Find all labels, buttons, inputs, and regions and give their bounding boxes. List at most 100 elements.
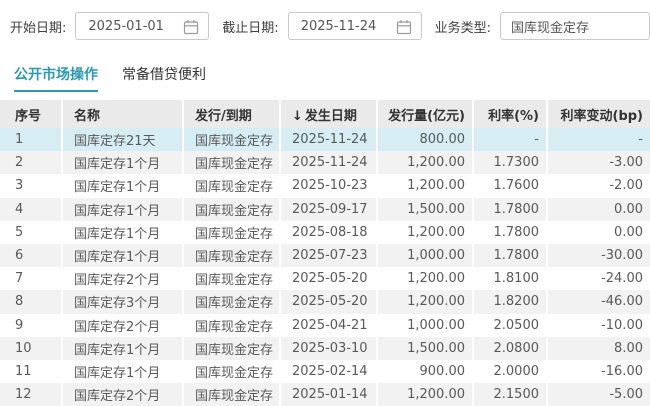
table-cell: 1,000.00 (377, 244, 473, 267)
column-header[interactable]: 名称 (62, 100, 183, 128)
table-cell: 2025-08-18 (280, 221, 377, 244)
calendar-icon[interactable] (183, 19, 199, 35)
table-cell: 800.00 (377, 128, 473, 151)
end-date-input[interactable]: 2025-11-24 (288, 12, 422, 40)
table-row[interactable]: 8国库定存3个月国库现金定存2025-05-201,200.001.8200-4… (0, 290, 650, 313)
table-cell: 8.00 (547, 337, 650, 360)
table-cell: 1,500.00 (377, 198, 473, 221)
table-cell: 2 (0, 151, 62, 174)
table-row[interactable]: 7国库定存2个月国库现金定存2025-05-201,200.001.8100-2… (0, 267, 650, 290)
table-cell: 国库现金定存 (183, 267, 280, 290)
table-cell: 1,500.00 (377, 337, 473, 360)
table-cell: 2025-03-10 (280, 337, 377, 360)
table-cell: 国库定存1个月 (62, 337, 183, 360)
table-cell: 国库现金定存 (183, 198, 280, 221)
table-cell: 7 (0, 267, 62, 290)
table-cell: 2025-02-14 (280, 360, 377, 383)
table-cell: 1.7600 (473, 174, 547, 197)
table-cell: 国库定存1个月 (62, 174, 183, 197)
table-cell: 1,200.00 (377, 221, 473, 244)
table-cell: 4 (0, 198, 62, 221)
table-row[interactable]: 3国库定存1个月国库现金定存2025-10-231,200.001.7600-2… (0, 174, 650, 197)
table-cell: 国库现金定存 (183, 360, 280, 383)
table-cell: -16.00 (547, 360, 650, 383)
table-cell: 国库现金定存 (183, 221, 280, 244)
table-cell: 2025-04-21 (280, 314, 377, 337)
table-cell: 国库定存2个月 (62, 383, 183, 406)
table-cell: -2.00 (547, 174, 650, 197)
start-date-label: 开始日期: (10, 17, 66, 36)
table-row[interactable]: 2国库定存1个月国库现金定存2025-11-241,200.001.7300-3… (0, 151, 650, 174)
table-cell: 国库现金定存 (183, 383, 280, 406)
table-cell: 1.7800 (473, 244, 547, 267)
table-cell: 2.0800 (473, 337, 547, 360)
table-cell: - (473, 128, 547, 151)
table-cell: 0.00 (547, 221, 650, 244)
table-cell: 1 (0, 128, 62, 151)
tab-standing-lending-facility[interactable]: 常备借贷便利 (122, 67, 206, 92)
table-cell: 6 (0, 244, 62, 267)
table-cell: 国库定存1个月 (62, 360, 183, 383)
column-header[interactable]: 利率变动(bp) (547, 100, 650, 128)
business-type-value: 国库现金定存 (511, 17, 589, 36)
table-row[interactable]: 1国库定存21天国库现金定存2025-11-24800.00-- (0, 128, 650, 151)
calendar-icon[interactable] (396, 19, 412, 35)
table-cell: 2025-01-14 (280, 383, 377, 406)
table-cell: 国库定存1个月 (62, 151, 183, 174)
start-date-input[interactable]: 2025-01-01 (75, 12, 209, 40)
table-cell: 1,200.00 (377, 151, 473, 174)
table-cell: 国库定存2个月 (62, 267, 183, 290)
table-header: 序号名称发行/到期↓发生日期发行量(亿元)利率(%)利率变动(bp) (0, 100, 650, 128)
table-cell: -10.00 (547, 314, 650, 337)
column-header[interactable]: 利率(%) (473, 100, 547, 128)
table-cell: 1,200.00 (377, 267, 473, 290)
table-row[interactable]: 9国库定存2个月国库现金定存2025-04-211,000.002.0500-1… (0, 314, 650, 337)
table-row[interactable]: 4国库定存1个月国库现金定存2025-09-171,500.001.78000.… (0, 198, 650, 221)
table-cell: 国库定存1个月 (62, 221, 183, 244)
table-cell: - (547, 128, 650, 151)
table-cell: -46.00 (547, 290, 650, 313)
table-cell: 5 (0, 221, 62, 244)
table-cell: 12 (0, 383, 62, 406)
table-cell: 1,200.00 (377, 290, 473, 313)
table-cell: 国库定存1个月 (62, 244, 183, 267)
table-cell: 国库定存21天 (62, 128, 183, 151)
table-cell: 9 (0, 314, 62, 337)
table-cell: 国库定存3个月 (62, 290, 183, 313)
table-cell: 1.7800 (473, 198, 547, 221)
table-row[interactable]: 6国库定存1个月国库现金定存2025-07-231,000.001.7800-3… (0, 244, 650, 267)
table-cell: -30.00 (547, 244, 650, 267)
table-row[interactable]: 11国库定存1个月国库现金定存2025-02-14900.002.0000-16… (0, 360, 650, 383)
business-type-select[interactable]: 国库现金定存 (500, 12, 650, 40)
table-cell: 10 (0, 337, 62, 360)
business-type-label: 业务类型: (435, 17, 491, 36)
column-header[interactable]: 发行/到期 (183, 100, 280, 128)
table-cell: 2.1500 (473, 383, 547, 406)
column-header[interactable]: ↓发生日期 (280, 100, 377, 128)
table-cell: 国库现金定存 (183, 128, 280, 151)
table-cell: 2025-10-23 (280, 174, 377, 197)
table-cell: 国库定存2个月 (62, 314, 183, 337)
table-cell: 2.0500 (473, 314, 547, 337)
table-cell: 3 (0, 174, 62, 197)
table-cell: 国库现金定存 (183, 151, 280, 174)
column-header[interactable]: 序号 (0, 100, 62, 128)
tab-open-market-operations[interactable]: 公开市场操作 (14, 67, 98, 92)
table-cell: 1,200.00 (377, 174, 473, 197)
start-date-value: 2025-01-01 (88, 19, 164, 34)
end-date-label: 截止日期: (222, 17, 278, 36)
table-cell: 国库现金定存 (183, 314, 280, 337)
filter-bar: 开始日期: 2025-01-01 截止日期: 2025-11-24 业务类型: … (10, 12, 650, 40)
table-cell: 1,200.00 (377, 383, 473, 406)
operations-table: 序号名称发行/到期↓发生日期发行量(亿元)利率(%)利率变动(bp) 1国库定存… (0, 100, 650, 406)
column-header[interactable]: 发行量(亿元) (377, 100, 473, 128)
table-cell: -3.00 (547, 151, 650, 174)
table-row[interactable]: 10国库定存1个月国库现金定存2025-03-101,500.002.08008… (0, 337, 650, 360)
table-row[interactable]: 5国库定存1个月国库现金定存2025-08-181,200.001.78000.… (0, 221, 650, 244)
table-cell: 2025-11-24 (280, 128, 377, 151)
table-cell: 2.0000 (473, 360, 547, 383)
table-cell: 国库现金定存 (183, 290, 280, 313)
table-cell: 2025-05-20 (280, 267, 377, 290)
table-cell: 1,000.00 (377, 314, 473, 337)
table-row[interactable]: 12国库定存2个月国库现金定存2025-01-141,200.002.1500-… (0, 383, 650, 406)
